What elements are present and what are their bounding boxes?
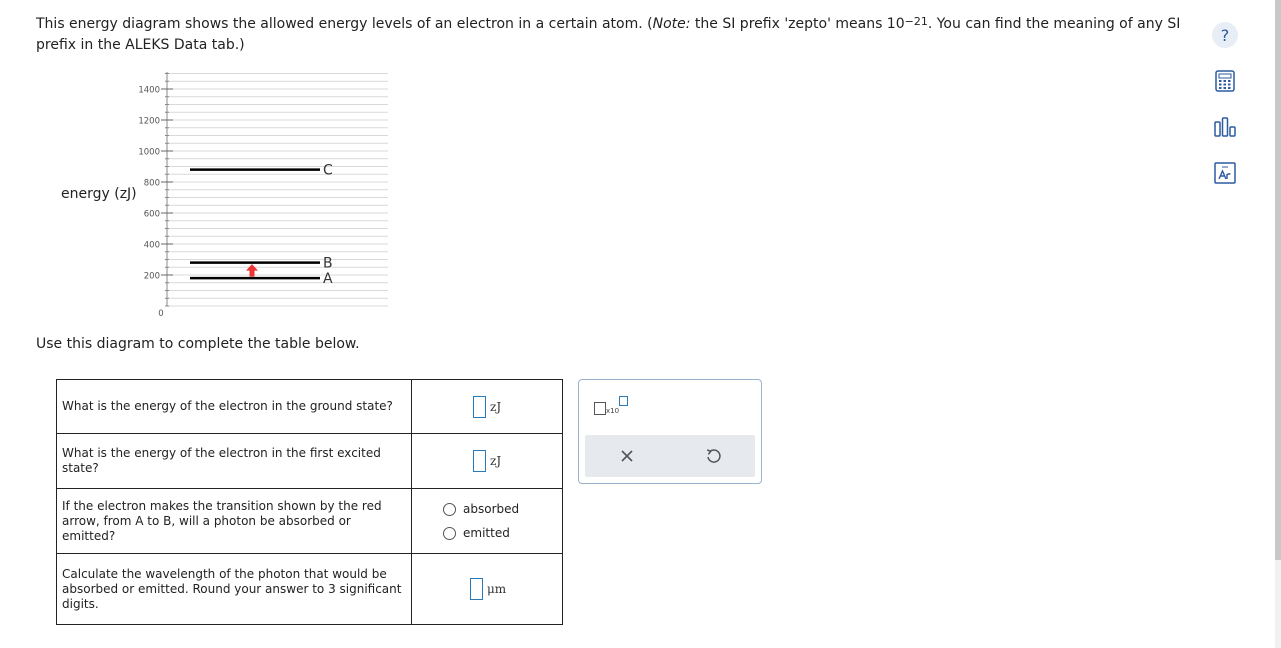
answer-cell-first-excited: zJ bbox=[411, 433, 563, 489]
clear-button[interactable] bbox=[613, 443, 641, 469]
undo-icon bbox=[706, 449, 721, 463]
unit-label: zJ bbox=[490, 454, 502, 468]
tick-label: 1000 bbox=[138, 148, 160, 158]
absorbed-label[interactable]: absorbed bbox=[463, 502, 519, 516]
tick-label: 600 bbox=[144, 210, 160, 220]
tick-label: 0 bbox=[158, 309, 163, 319]
panel-action-bar bbox=[585, 435, 755, 477]
emitted-option[interactable]: emitted bbox=[443, 526, 562, 540]
first-excited-energy-input[interactable] bbox=[473, 450, 486, 472]
calculator-button[interactable] bbox=[1210, 66, 1240, 96]
page-scrollbar[interactable] bbox=[1275, 0, 1281, 648]
answer-cell-wavelength: μm bbox=[411, 553, 563, 625]
tick-label: 1400 bbox=[138, 86, 160, 96]
question-first-excited: What is the energy of the electron in th… bbox=[56, 433, 412, 489]
unit-label: zJ bbox=[490, 399, 502, 414]
ground-state-energy-input[interactable] bbox=[473, 395, 486, 418]
help-button[interactable]: ? bbox=[1210, 20, 1240, 50]
level-label-C: C bbox=[323, 163, 333, 179]
question-table: What is the energy of the electron in th… bbox=[56, 379, 563, 625]
question-absorbed-emitted: If the electron makes the transition sho… bbox=[56, 488, 412, 554]
help-icon: ? bbox=[1212, 22, 1238, 48]
periodic-table-button[interactable] bbox=[1210, 158, 1240, 188]
table-row: If the electron makes the transition sho… bbox=[56, 488, 563, 554]
question-ground-state: What is the energy of the electron in th… bbox=[56, 379, 412, 434]
emitted-radio[interactable] bbox=[443, 526, 456, 540]
scientific-notation-button[interactable]: x10 bbox=[594, 396, 634, 418]
data-chart-button[interactable] bbox=[1210, 112, 1240, 142]
answer-tool-panel: x10 bbox=[578, 379, 762, 484]
table-row: What is the energy of the electron in th… bbox=[56, 379, 563, 434]
exponent-box-icon bbox=[619, 396, 628, 406]
answer-cell-absorbed-emitted: absorbed emitted bbox=[411, 488, 563, 554]
emitted-label[interactable]: emitted bbox=[463, 526, 510, 540]
tick-label: 200 bbox=[144, 272, 160, 282]
scrollbar-thumb[interactable] bbox=[1275, 0, 1281, 560]
unit-label: μm bbox=[487, 582, 507, 596]
question-wavelength: Calculate the wavelength of the photon t… bbox=[56, 553, 412, 625]
bar-chart-icon bbox=[1214, 117, 1236, 137]
instruction-text: Use this diagram to complete the table b… bbox=[36, 336, 360, 352]
level-label-B: B bbox=[323, 256, 333, 272]
calculator-icon bbox=[1215, 70, 1235, 92]
intro-text-1: This energy diagram shows the allowed en… bbox=[36, 16, 653, 32]
table-row: Calculate the wavelength of the photon t… bbox=[56, 553, 563, 625]
table-row: What is the energy of the electron in th… bbox=[56, 433, 563, 489]
undo-button[interactable] bbox=[699, 443, 727, 469]
absorbed-option[interactable]: absorbed bbox=[443, 502, 562, 516]
intro-text-2: the SI prefix 'zepto' means 10 bbox=[690, 16, 905, 32]
tick-label: 800 bbox=[144, 179, 160, 189]
answer-cell-ground-state: zJ bbox=[411, 379, 563, 434]
level-label-A: A bbox=[323, 271, 333, 287]
energy-level-diagram: 0 200 400 600 800 1000 1200 1400 AB C bbox=[138, 72, 388, 319]
wavelength-input[interactable] bbox=[470, 578, 483, 600]
tick-label: 1200 bbox=[138, 117, 160, 127]
problem-statement: This energy diagram shows the allowed en… bbox=[36, 14, 1186, 55]
absorbed-radio[interactable] bbox=[443, 502, 456, 516]
x10-label: x10 bbox=[606, 407, 620, 415]
tick-label: 400 bbox=[144, 241, 160, 251]
close-icon bbox=[621, 450, 633, 462]
exponent: −21 bbox=[904, 15, 928, 28]
note-label: Note: bbox=[652, 16, 691, 32]
periodic-table-icon bbox=[1214, 162, 1236, 184]
mantissa-box-icon bbox=[594, 402, 606, 415]
